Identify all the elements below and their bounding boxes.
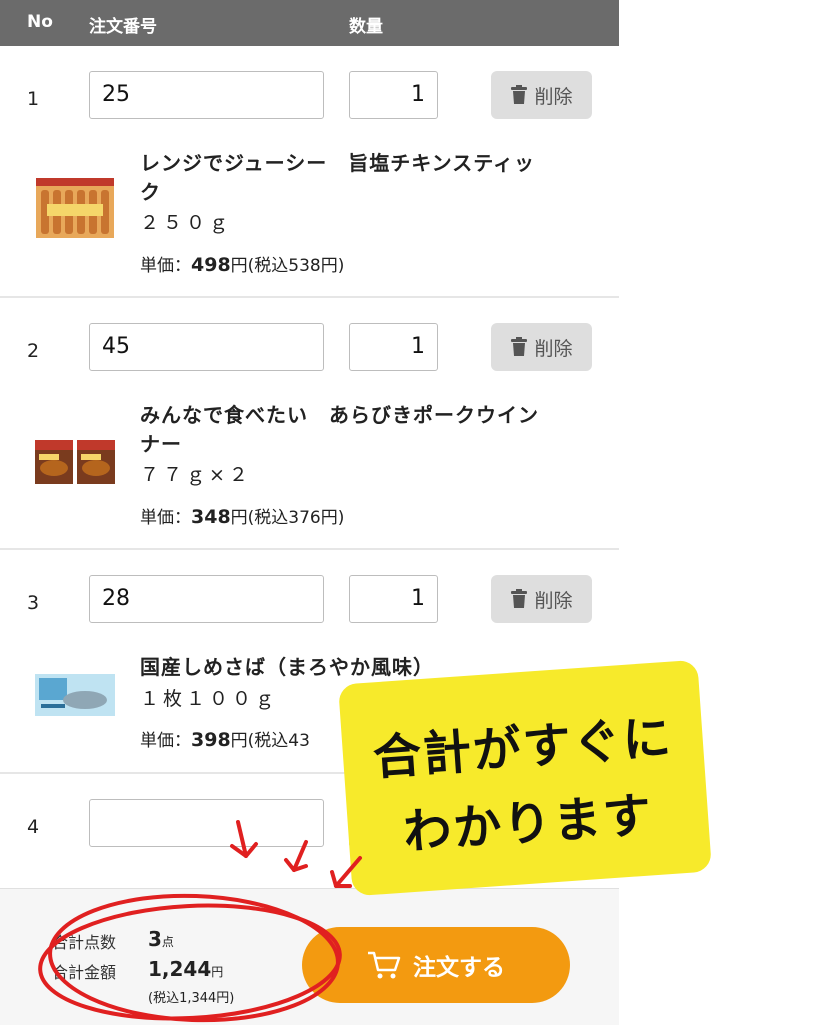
- total-amount: 1,244円: [148, 957, 224, 981]
- total-amount-tax: (税込1,344円): [148, 991, 235, 1006]
- unit-price: 単価：348円(税込376円): [140, 506, 345, 528]
- total-amount-label: 合計金額: [52, 963, 117, 982]
- delete-button[interactable]: 削除: [491, 323, 592, 371]
- place-order-button[interactable]: 注文する: [302, 927, 570, 1003]
- order-row: 2 45 1 削除 みんなで食べたい あらびきポークウイン ナー ７７ｇ×２ 単…: [0, 298, 619, 550]
- delete-button[interactable]: 削除: [491, 575, 592, 623]
- row-number: 4: [27, 816, 40, 838]
- trash-icon: [511, 85, 528, 104]
- product-spec: ２５０ｇ: [140, 212, 233, 234]
- header-order-no: 注文番号: [89, 17, 157, 37]
- total-count: 3点: [148, 927, 174, 951]
- product-spec: ７７ｇ×２: [140, 464, 252, 486]
- delete-label: 削除: [534, 337, 573, 360]
- order-number-input[interactable]: [89, 799, 324, 847]
- order-summary-bar: 合計点数 3点 合計金額 1,244円 (税込1,344円) 注文する: [0, 888, 619, 1025]
- table-header: No 注文番号 数量: [0, 0, 619, 46]
- row-number: 3: [27, 592, 40, 614]
- trash-icon: [511, 337, 528, 356]
- product-name: レンジでジューシー 旨塩チキンスティッ ク: [140, 151, 535, 204]
- product-spec: １枚１００ｇ: [140, 688, 279, 710]
- row-number: 1: [27, 88, 40, 110]
- quantity-input[interactable]: 1: [349, 71, 438, 119]
- quantity-input[interactable]: 1: [349, 575, 438, 623]
- place-order-label: 注文する: [413, 955, 505, 981]
- trash-icon: [511, 589, 528, 608]
- order-number-input[interactable]: 25: [89, 71, 324, 119]
- promo-callout: 合計がすぐに わかります: [338, 659, 712, 897]
- product-image-pork-sausage: [35, 440, 115, 484]
- order-row: 1 25 1 削除 レンジでジューシー 旨塩チキンスティッ ク ２５０ｇ 単価：…: [0, 46, 619, 298]
- product-image-mackerel: [35, 674, 115, 716]
- quantity-input[interactable]: 1: [349, 323, 438, 371]
- order-number-input[interactable]: 45: [89, 323, 324, 371]
- product-name: みんなで食べたい あらびきポークウイン ナー: [140, 403, 539, 456]
- unit-price: 単価：498円(税込538円): [140, 254, 345, 276]
- delete-button[interactable]: 削除: [491, 71, 592, 119]
- delete-label: 削除: [534, 589, 573, 612]
- cart-icon: [368, 951, 401, 979]
- delete-label: 削除: [534, 85, 573, 108]
- row-number: 2: [27, 340, 40, 362]
- unit-price: 単価：398円(税込43: [140, 729, 310, 751]
- total-count-label: 合計点数: [52, 933, 117, 952]
- header-no: No: [27, 12, 53, 32]
- product-image-chicken-stick: [36, 178, 114, 238]
- header-qty: 数量: [349, 17, 383, 37]
- order-number-input[interactable]: 28: [89, 575, 324, 623]
